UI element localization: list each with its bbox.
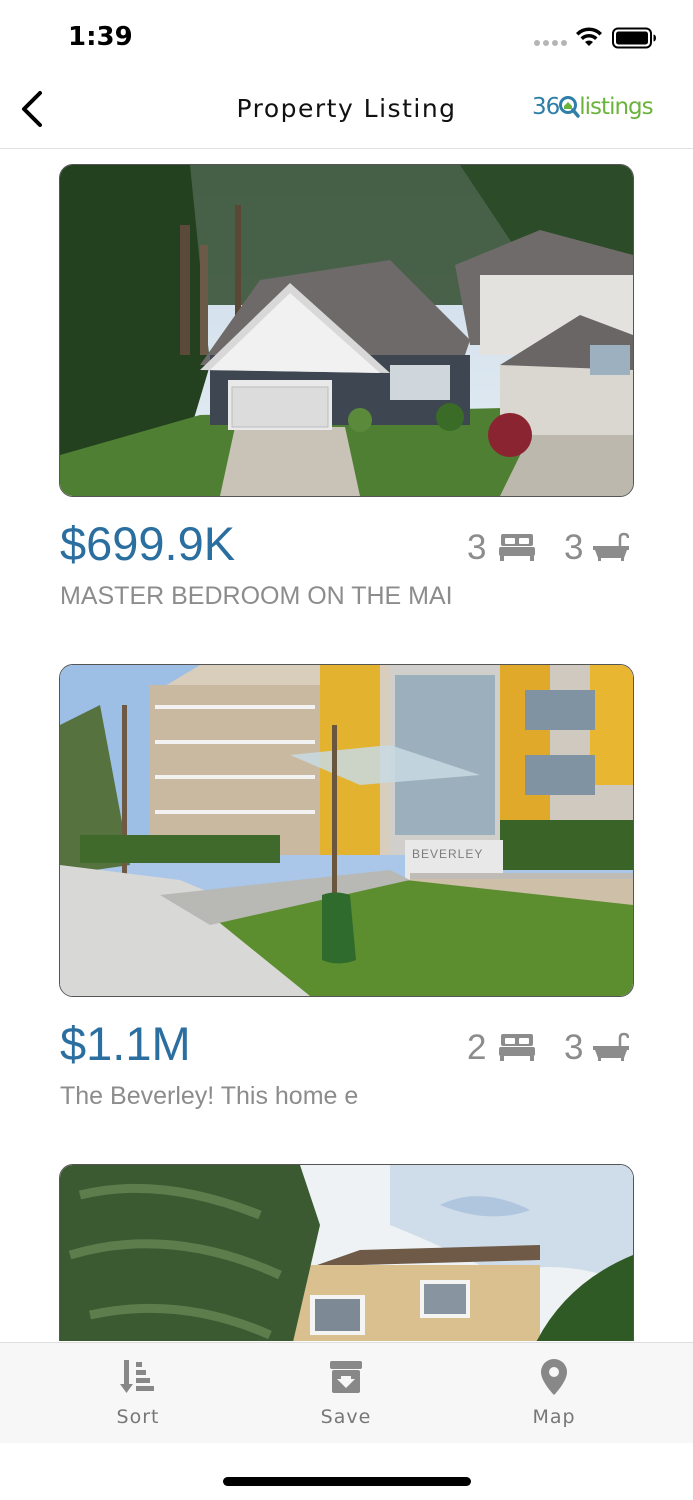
navigation-bar: Property Listing 36 listings [0,76,693,149]
magnifier-logo-icon [559,96,581,118]
brand-logo-suffix: listings [579,94,653,120]
listing-list[interactable]: $699.9K 3 3 MASTER BEDROOM ON THE MAI BE… [0,149,693,1341]
house-photo-image [60,165,633,496]
listing-description: MASTER BEDROOM ON THE MAI [60,582,453,610]
cellular-signal-icon [534,40,567,46]
listing-photo[interactable] [59,1164,634,1341]
bath-count: 3 [564,528,584,567]
condo-photo-image: BEVERLEY [60,665,633,996]
bathtub-icon [593,1032,629,1061]
tab-save[interactable]: Save [276,1343,416,1443]
bed-icon [499,534,535,561]
status-bar: 1:39 [0,0,693,76]
archive-box-icon [330,1361,362,1393]
brand-logo[interactable]: 36 listings [532,94,654,128]
tab-map[interactable]: Map [484,1343,624,1443]
bed-count: 2 [467,1028,487,1067]
map-pin-icon [541,1359,567,1395]
sort-icon [120,1360,154,1393]
home-indicator[interactable] [223,1477,471,1486]
tab-label: Save [320,1406,372,1428]
listing-photo[interactable] [59,164,634,497]
bed-count: 3 [467,528,487,567]
listing-card[interactable]: $699.9K 3 3 MASTER BEDROOM ON THE MAI [59,164,634,624]
listing-photo[interactable]: BEVERLEY [59,664,634,997]
bath-count: 3 [564,1028,584,1067]
listing-price: $699.9K [60,517,236,570]
bathtub-icon [593,532,629,561]
brand-logo-prefix: 36 [532,94,560,120]
bottom-tab-bar: Sort Save Map [0,1342,693,1443]
tab-sort[interactable]: Sort [68,1343,208,1443]
bed-icon [499,1034,535,1061]
house-photo-image [60,1165,633,1341]
wifi-icon [576,27,602,46]
listing-description: The Beverley! This home e [60,1082,359,1110]
building-sign-text: BEVERLEY [412,847,483,861]
battery-icon [612,27,656,49]
status-time: 1:39 [68,22,133,52]
tab-label: Sort [116,1406,160,1428]
listing-card[interactable] [59,1164,634,1341]
listing-price: $1.1M [60,1017,191,1070]
tab-label: Map [532,1406,576,1428]
listing-card[interactable]: BEVERLEY $1.1M 2 3 The Beverley! This ho… [59,664,634,1124]
